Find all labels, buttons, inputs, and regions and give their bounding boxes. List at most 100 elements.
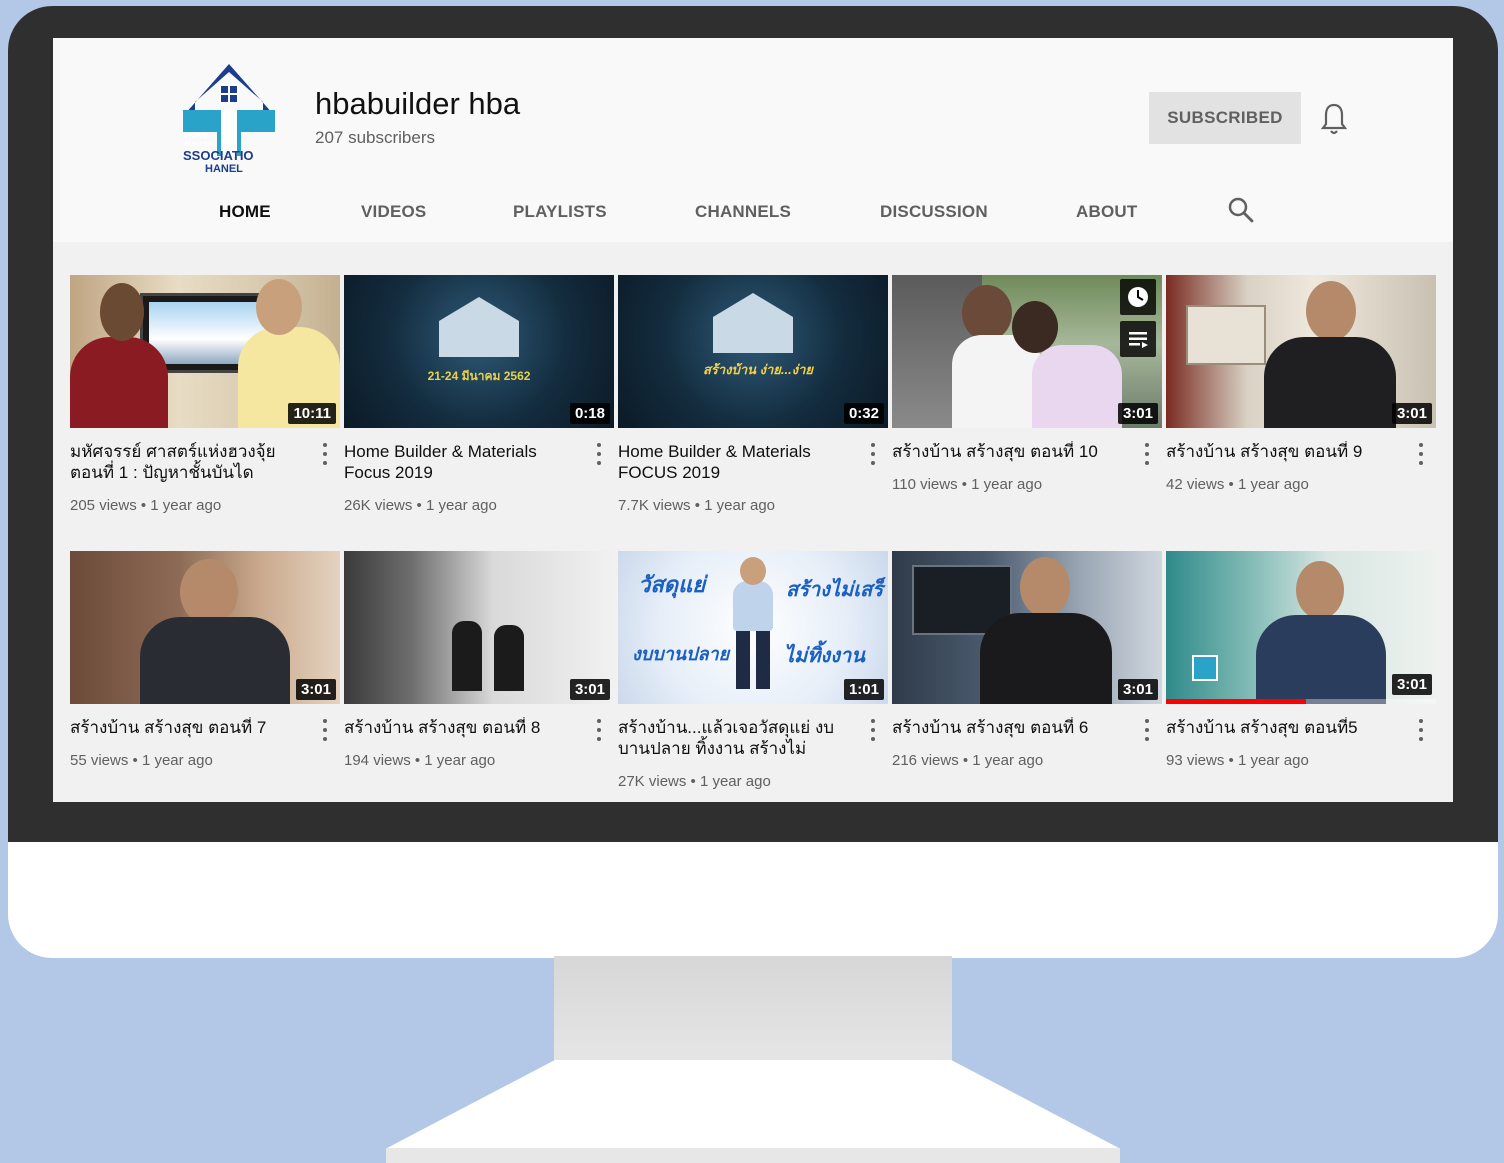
more-options-icon[interactable]	[596, 443, 602, 465]
tab-discussion[interactable]: DISCUSSION	[880, 202, 988, 222]
video-duration: 0:32	[843, 403, 884, 424]
logo-text-3: SSOCIATIO	[183, 148, 254, 163]
search-icon[interactable]	[1227, 196, 1255, 224]
tab-videos[interactable]: VIDEOS	[361, 202, 426, 222]
video-thumbnail[interactable]: 10:11	[70, 275, 340, 428]
more-options-icon[interactable]	[322, 719, 328, 741]
video-title[interactable]: สร้างบ้าน สร้างสุข ตอนที่ 8	[344, 717, 576, 738]
more-options-icon[interactable]	[870, 719, 876, 741]
video-card[interactable]: 3:01 สร้างบ้าน สร้างสุข ตอนที่ 9 42 view…	[1166, 275, 1436, 515]
person-2-art	[494, 625, 524, 691]
monitor-stand-neck	[554, 956, 952, 1066]
video-card[interactable]: 3:01 สร้างบ้าน สร้างสุข ตอนที่5 93 views…	[1166, 551, 1436, 791]
video-meta: 26K views • 1 year ago	[344, 497, 497, 514]
man-head-art	[740, 557, 766, 585]
presenter-head-art	[1296, 561, 1344, 619]
thumb-overlay-text-1: วัสดุแย่	[638, 572, 706, 597]
thumb-overlay-text: 21-24 มีนาคม 2562	[427, 369, 531, 383]
hba-logo-art	[1192, 655, 1218, 681]
video-thumbnail[interactable]: 3:01	[1166, 275, 1436, 428]
house-model-art	[1186, 305, 1266, 365]
presenter-body-art	[980, 613, 1112, 704]
thumb-overlay-text-2: สร้างไม่เสร็	[786, 579, 883, 601]
tab-channels[interactable]: CHANNELS	[695, 202, 791, 222]
video-card[interactable]: 10:11 มหัศจรรย์ ศาสตร์แห่งฮวงจุ้ย ตอนที่…	[70, 275, 340, 515]
video-thumbnail[interactable]: 3:01	[892, 275, 1162, 428]
house-art	[439, 297, 519, 357]
video-meta: 110 views • 1 year ago	[892, 476, 1043, 493]
presenter-head-art	[1020, 557, 1070, 617]
thumb-overlay-text-3: งบบานปลาย	[632, 644, 730, 664]
father-head-art	[962, 285, 1012, 341]
bell-icon[interactable]	[1319, 102, 1349, 136]
logo-text-1: HOME	[185, 131, 210, 140]
video-title[interactable]: สร้างบ้าน สร้างสุข ตอนที่ 6	[892, 717, 1124, 738]
channel-avatar-logo[interactable]: HOME BUILDER SSOCIATIO HANEL	[181, 62, 277, 174]
video-card[interactable]: 3:01 สร้างบ้าน สร้างสุข ตอนที่ 10 110 vi…	[892, 275, 1162, 515]
video-duration: 3:01	[1391, 403, 1432, 424]
queue-icon[interactable]	[1120, 321, 1156, 357]
video-card[interactable]: 3:01 สร้างบ้าน สร้างสุข ตอนที่ 7 55 view…	[70, 551, 340, 791]
tab-playlists[interactable]: PLAYLISTS	[513, 202, 607, 222]
video-card[interactable]: 21-24 มีนาคม 2562 0:18 Home Builder & Ma…	[344, 275, 614, 515]
video-duration: 3:01	[569, 679, 610, 700]
video-thumbnail[interactable]: 21-24 มีนาคม 2562 0:18	[344, 275, 614, 428]
video-title[interactable]: สร้างบ้าน สร้างสุข ตอนที่ 7	[70, 717, 302, 738]
video-duration: 3:01	[295, 679, 336, 700]
video-title[interactable]: Home Builder & Materials FOCUS 2019	[618, 441, 850, 483]
more-options-icon[interactable]	[870, 443, 876, 465]
video-title[interactable]: สร้างบ้าน สร้างสุข ตอนที่ 9	[1166, 441, 1398, 462]
video-duration: 3:01	[1117, 403, 1158, 424]
video-card[interactable]: 3:01 สร้างบ้าน สร้างสุข ตอนที่ 8 194 vie…	[344, 551, 614, 791]
more-options-icon[interactable]	[1144, 443, 1150, 465]
more-options-icon[interactable]	[596, 719, 602, 741]
video-title[interactable]: สร้างบ้าน...แล้วเจอวัสดุแย่ งบบานปลาย ทิ…	[618, 717, 850, 759]
video-title[interactable]: มหัศจรรย์ ศาสตร์แห่งฮวงจุ้ย ตอนที่ 1 : ป…	[70, 441, 302, 483]
video-title[interactable]: สร้างบ้าน สร้างสุข ตอนที่ 10	[892, 441, 1124, 462]
video-meta: 55 views • 1 year ago	[70, 752, 213, 769]
video-thumbnail[interactable]: 3:01	[344, 551, 614, 704]
channel-header: HOME BUILDER SSOCIATIO HANEL hbabuilder …	[53, 38, 1453, 242]
video-duration: 3:01	[1117, 679, 1158, 700]
video-thumbnail[interactable]: 3:01	[1166, 551, 1436, 704]
subscribed-button[interactable]: SUBSCRIBED	[1149, 92, 1301, 144]
monitor-stand-base-edge	[386, 1148, 1120, 1163]
more-options-icon[interactable]	[1418, 719, 1424, 741]
video-card[interactable]: วัสดุแย่ สร้างไม่เสร็ งบบานปลาย ไม่ทิ้งง…	[618, 551, 888, 791]
person-1-art	[452, 621, 482, 691]
tab-about[interactable]: ABOUT	[1076, 202, 1137, 222]
video-thumbnail[interactable]: 3:01	[892, 551, 1162, 704]
man-leg-right-art	[756, 631, 770, 689]
channel-name: hbabuilder hba	[315, 86, 521, 121]
more-options-icon[interactable]	[322, 443, 328, 465]
video-meta: 205 views • 1 year ago	[70, 497, 222, 514]
video-meta: 216 views • 1 year ago	[892, 752, 1044, 769]
video-meta: 93 views • 1 year ago	[1166, 752, 1309, 769]
presenter-body-art	[140, 617, 290, 704]
tab-home[interactable]: HOME	[219, 202, 271, 222]
watch-progress-track	[1166, 699, 1436, 704]
video-thumbnail[interactable]: สร้างบ้าน ง่าย...ง่าย 0:32	[618, 275, 888, 428]
watch-progress-fill	[1166, 699, 1307, 704]
video-card[interactable]: สร้างบ้าน ง่าย...ง่าย 0:32 Home Builder …	[618, 275, 888, 515]
children-art	[1032, 345, 1122, 428]
clock-icon[interactable]	[1120, 279, 1156, 315]
person-right-head-art	[256, 279, 302, 335]
more-options-icon[interactable]	[1144, 719, 1150, 741]
video-meta: 27K views • 1 year ago	[618, 773, 771, 790]
video-card[interactable]: 3:01 สร้างบ้าน สร้างสุข ตอนที่ 6 216 vie…	[892, 551, 1162, 791]
video-title[interactable]: สร้างบ้าน สร้างสุข ตอนที่5	[1166, 717, 1398, 738]
man-body-art	[733, 581, 773, 631]
video-duration: 3:01	[1391, 674, 1432, 695]
more-options-icon[interactable]	[1418, 443, 1424, 465]
presenter-body-art	[1256, 615, 1386, 704]
video-duration: 0:18	[569, 403, 610, 424]
video-meta: 7.7K views • 1 year ago	[618, 497, 776, 514]
video-thumbnail[interactable]: 3:01	[70, 551, 340, 704]
thumb-overlay-text: สร้างบ้าน ง่าย...ง่าย	[703, 362, 813, 377]
youtube-channel-page: HOME BUILDER SSOCIATIO HANEL hbabuilder …	[53, 38, 1453, 802]
person-left-art	[70, 337, 168, 428]
subscriber-count: 207 subscribers	[315, 128, 436, 147]
video-title[interactable]: Home Builder & Materials Focus 2019	[344, 441, 576, 483]
video-thumbnail[interactable]: วัสดุแย่ สร้างไม่เสร็ งบบานปลาย ไม่ทิ้งง…	[618, 551, 888, 704]
